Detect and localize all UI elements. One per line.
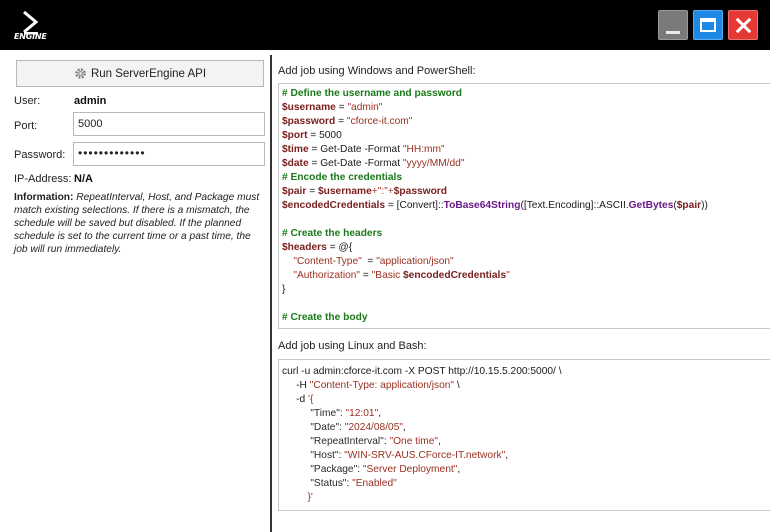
powershell-section-label: Add job using Windows and PowerShell: — [278, 65, 476, 77]
code-line: $encodedCredentials = [Convert]::ToBase6… — [282, 200, 708, 211]
code-line: "Date": "2024/08/05", — [310, 422, 406, 433]
code-line: $headers = @{ — [282, 242, 353, 253]
code-line: "RepeatInterval": "One time", — [310, 436, 441, 447]
logo-text: ENGINE — [14, 32, 47, 41]
powershell-code-box[interactable]: # Define the username and password $usern… — [278, 83, 770, 329]
ip-address-label: IP-Address: — [14, 173, 72, 185]
panel-divider[interactable] — [270, 55, 272, 532]
code-line: "Status": "Enabled" — [310, 478, 397, 489]
code-line: # Define the username and password — [282, 88, 463, 99]
information-heading: Information: — [14, 192, 74, 203]
bash-code-box[interactable]: curl -u admin:cforce-it.com -X POST http… — [278, 359, 770, 511]
password-input[interactable]: ••••••••••••• — [73, 142, 265, 166]
code-line: }' — [307, 492, 313, 503]
code-line: -H "Content-Type: application/json" \ — [296, 380, 460, 391]
code-line: "Host": "WIN-SRV-AUS.CForce-IT.network", — [310, 450, 509, 461]
code-line: $username = "admin" — [282, 102, 383, 113]
code-line: "Authorization" = "Basic $encodedCredent… — [293, 270, 510, 281]
password-label: Password: — [14, 149, 66, 161]
code-line: "Content-Type" = "application/json" — [293, 256, 454, 267]
code-line: $date = Get-Date -Format "yyyy/MM/dd" — [282, 158, 465, 169]
run-button-label: Run ServerEngine API — [90, 67, 207, 80]
code-line: $time = Get-Date -Format "HH:mm" — [282, 144, 445, 155]
code-line: # Create the body — [282, 312, 368, 323]
code-line: $pair = $username+":"+$password — [282, 186, 447, 197]
code-line: # Create the headers — [282, 228, 383, 239]
maximize-button[interactable] — [693, 10, 723, 40]
port-label: Port: — [14, 120, 38, 132]
code-line: $port = 5000 — [282, 130, 342, 141]
code-line: curl -u admin:cforce-it.com -X POST http… — [282, 366, 562, 377]
gear-icon — [75, 68, 86, 79]
run-serverengine-api-button[interactable]: Run ServerEngine API — [16, 60, 264, 87]
title-bar: ENGINE — [0, 0, 770, 50]
port-input[interactable]: 5000 — [73, 112, 265, 136]
code-line: -d '{ — [296, 394, 314, 405]
close-button[interactable] — [728, 10, 758, 40]
minimize-button[interactable] — [658, 10, 688, 40]
bash-section-label: Add job using Linux and Bash: — [278, 340, 427, 352]
code-line: "Time": "12:01", — [310, 408, 382, 419]
code-line: # Encode the credentials — [282, 172, 403, 183]
code-line: } — [282, 284, 286, 295]
ip-address-value: N/A — [74, 173, 93, 185]
user-label: User: — [14, 95, 41, 107]
information-text: Information: RepeatInterval, Host, and P… — [14, 191, 266, 256]
code-line: $password = "cforce-it.com" — [282, 116, 413, 127]
user-value: admin — [74, 95, 107, 107]
code-line: "Package": "Server Deployment", — [310, 464, 461, 475]
